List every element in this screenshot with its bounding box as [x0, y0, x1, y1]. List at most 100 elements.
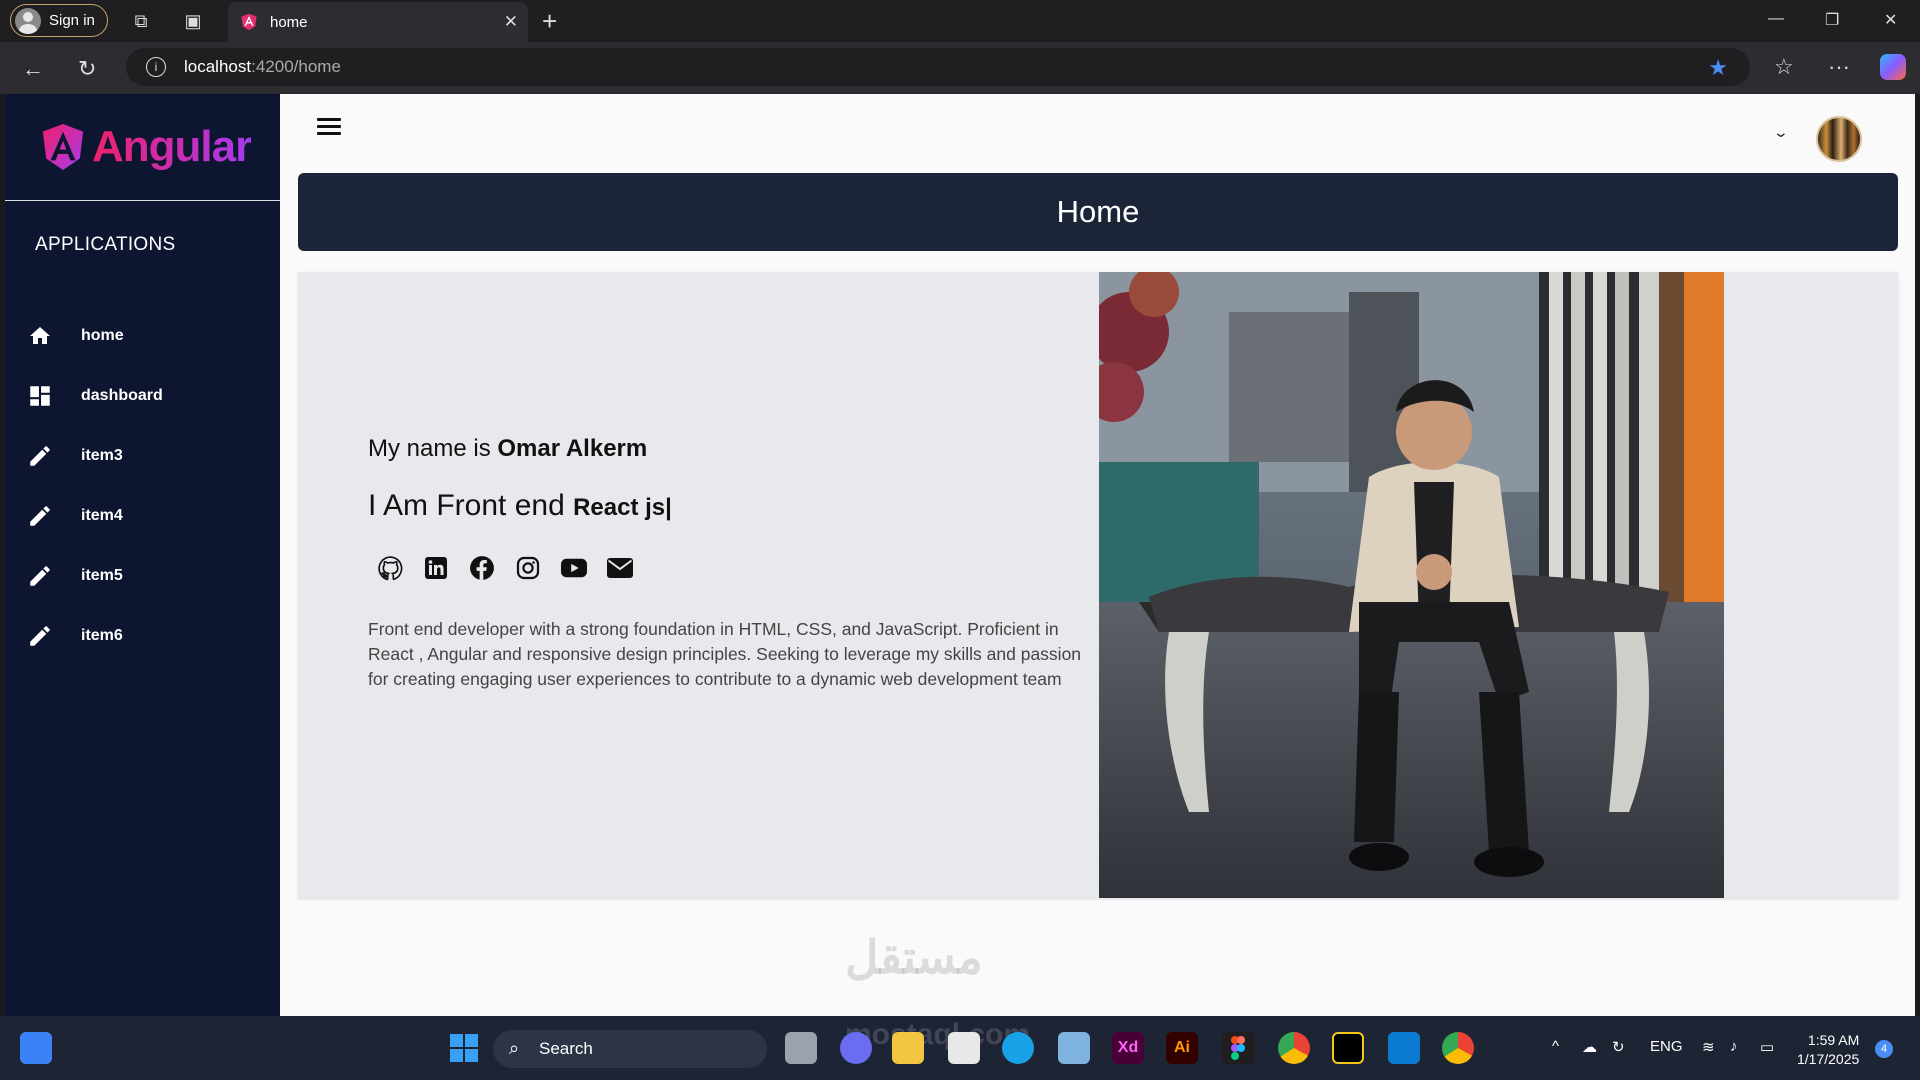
sidebar-item-label: item4 — [81, 507, 123, 524]
linkedin-icon[interactable] — [423, 555, 449, 581]
edge-icon[interactable] — [1002, 1032, 1034, 1064]
wifi-icon[interactable]: ≋ — [1702, 1038, 1715, 1056]
volume-icon[interactable]: ♪ — [1730, 1038, 1738, 1055]
profile-icon — [15, 7, 41, 34]
illustrator-icon[interactable]: Ai — [1166, 1032, 1198, 1064]
profile-photo — [1099, 272, 1724, 898]
onedrive-icon[interactable]: ☁ — [1582, 1038, 1597, 1056]
file-explorer-icon[interactable] — [892, 1032, 924, 1064]
browser-toolbar: ← ↻ i localhost:4200/home ★ ☆ ··· — [0, 42, 1920, 94]
photos-icon[interactable] — [1058, 1032, 1090, 1064]
close-window-icon[interactable]: ✕ — [1884, 10, 1897, 30]
mail-icon[interactable] — [607, 555, 633, 581]
sidebar-item-dashboard[interactable]: dashboard — [25, 376, 163, 416]
date: 1/17/2025 — [1797, 1051, 1860, 1067]
pencil-icon — [25, 441, 55, 471]
browser-titlebar: Sign in ⧉ ▣ home ✕ + — ❐ ✕ — [0, 0, 1920, 42]
taskbar-search[interactable]: ⌕ Search — [493, 1030, 767, 1068]
home-icon — [25, 321, 55, 351]
sidebar-item-item4[interactable]: item4 — [25, 496, 123, 536]
vscode-icon[interactable] — [1388, 1032, 1420, 1064]
tab-title: home — [270, 13, 308, 31]
pencil-icon — [25, 561, 55, 591]
sidebar-item-home[interactable]: home — [25, 316, 124, 356]
page-title: Home — [1056, 194, 1140, 229]
new-tab-icon[interactable]: + — [542, 6, 557, 37]
typed-role: React js| — [573, 494, 672, 521]
user-avatar[interactable] — [1816, 116, 1862, 162]
url-host: localhost — [184, 57, 252, 76]
hamburger-line — [317, 125, 341, 128]
pencil-icon — [25, 621, 55, 651]
task-view-icon[interactable] — [785, 1032, 817, 1064]
start-icon[interactable] — [448, 1032, 480, 1064]
more-options-icon[interactable]: ··· — [1828, 54, 1850, 80]
pencil-icon — [25, 501, 55, 531]
sidebar-item-label: dashboard — [81, 387, 163, 404]
figma-icon[interactable] — [1222, 1032, 1254, 1064]
page-header: Home — [298, 173, 1898, 251]
chrome-profile-icon[interactable] — [1442, 1032, 1474, 1064]
youtube-icon[interactable] — [561, 555, 587, 581]
sign-in-button[interactable]: Sign in — [10, 4, 108, 37]
angular-logo[interactable]: Angular — [40, 122, 252, 172]
name-line: My name is Omar Alkerm — [368, 435, 1088, 463]
sidebar-item-label: item6 — [81, 627, 123, 644]
teams-icon[interactable] — [840, 1032, 872, 1064]
taskbar: ⌕ Search mostaql.com Xd Ai ^ ☁ ↻ ENG ≋ ♪… — [0, 1016, 1920, 1080]
favorites-icon[interactable]: ☆ — [1774, 54, 1794, 80]
store-icon[interactable] — [948, 1032, 980, 1064]
sync-icon[interactable]: ↻ — [1612, 1038, 1625, 1056]
copilot-icon[interactable] — [1880, 54, 1906, 80]
search-label: Search — [539, 1039, 593, 1058]
dashboard-icon — [25, 381, 55, 411]
workspaces-icon[interactable]: ⧉ — [130, 10, 152, 32]
role-line: I Am Front end React js| — [368, 489, 1088, 523]
url-text: localhost:4200/home — [184, 57, 341, 77]
hamburger-line — [317, 132, 341, 135]
watermark-arabic: مستقل — [845, 931, 983, 983]
back-icon[interactable]: ← — [22, 56, 44, 82]
sign-in-label: Sign in — [49, 12, 95, 29]
menu-toggle-button[interactable] — [317, 118, 341, 138]
address-bar[interactable]: i localhost:4200/home ★ — [126, 48, 1750, 86]
site-info-icon[interactable]: i — [146, 57, 166, 77]
widgets-icon[interactable] — [20, 1032, 52, 1064]
clock[interactable]: 1:59 AM 1/17/2025 — [1797, 1031, 1859, 1069]
restore-icon[interactable]: ❐ — [1825, 10, 1839, 30]
sidebar-item-label: home — [81, 327, 124, 344]
chevron-up-icon[interactable]: ^ — [1552, 1038, 1559, 1055]
angular-favicon-icon — [241, 13, 257, 31]
intro-section: My name is Omar Alkerm I Am Front end Re… — [368, 435, 1088, 692]
sidebar-item-label: item3 — [81, 447, 123, 464]
tab-actions-icon[interactable]: ▣ — [182, 10, 204, 32]
adobe-xd-icon[interactable]: Xd — [1112, 1032, 1144, 1064]
battery-icon[interactable]: ▭ — [1760, 1038, 1774, 1056]
github-icon[interactable] — [377, 555, 403, 581]
sidebar-item-label: item5 — [81, 567, 123, 584]
hamburger-icon — [317, 118, 341, 121]
sidebar-item-item5[interactable]: item5 — [25, 556, 123, 596]
time: 1:59 AM — [1807, 1032, 1860, 1048]
tab-home[interactable]: home ✕ — [228, 2, 528, 42]
sidebar-item-item3[interactable]: item3 — [25, 436, 123, 476]
role-prefix: I Am Front end — [368, 489, 574, 522]
chevron-down-icon[interactable]: ⌄ — [1773, 124, 1789, 141]
profile-name: Omar Alkerm — [497, 435, 648, 462]
sidebar-item-item6[interactable]: item6 — [25, 616, 123, 656]
facebook-icon[interactable] — [469, 555, 495, 581]
jetbrains-icon[interactable] — [1332, 1032, 1364, 1064]
instagram-icon[interactable] — [515, 555, 541, 581]
reload-icon[interactable]: ↻ — [78, 56, 96, 82]
sidebar-section-title: APPLICATIONS — [35, 234, 176, 255]
sidebar-divider — [5, 200, 280, 201]
minimize-icon[interactable]: — — [1768, 10, 1784, 28]
language-indicator[interactable]: ENG — [1650, 1038, 1683, 1055]
close-tab-icon[interactable]: ✕ — [504, 12, 518, 32]
chrome-icon[interactable] — [1278, 1032, 1310, 1064]
notification-badge[interactable]: 4 — [1875, 1040, 1893, 1058]
social-links — [377, 555, 1088, 581]
favorite-star-icon[interactable]: ★ — [1708, 55, 1728, 81]
sidebar: Angular APPLICATIONS home dashboard item… — [5, 94, 280, 1016]
profile-photo-image — [1099, 272, 1724, 898]
